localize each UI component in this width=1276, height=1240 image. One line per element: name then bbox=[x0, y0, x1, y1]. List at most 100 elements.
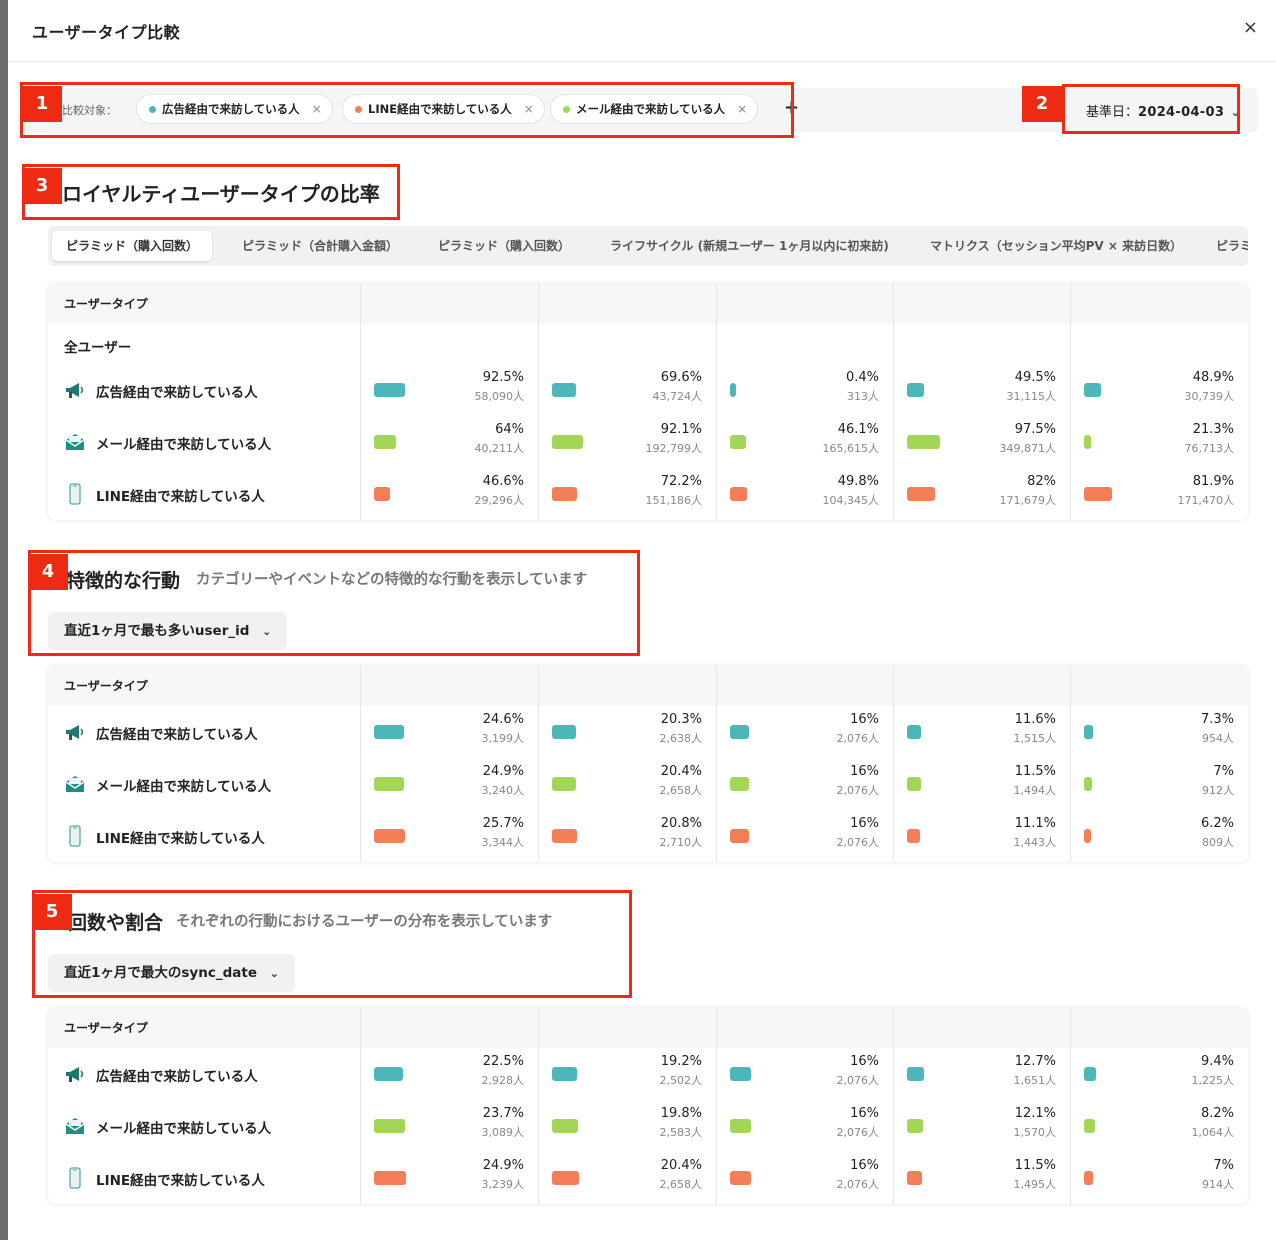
tab-pyramid-purchase-count-2[interactable]: ピラミッド（購入回数） bbox=[424, 231, 584, 261]
ratio-bar bbox=[730, 777, 749, 791]
ratio-percent: 0.4% bbox=[845, 370, 879, 385]
ratio-percent: 16% bbox=[850, 1054, 879, 1069]
user-count: 809人 bbox=[1202, 836, 1234, 849]
ratio-bar bbox=[552, 725, 576, 739]
chevron-down-icon: ⌄ bbox=[1230, 105, 1241, 119]
user-count: 1,443人 bbox=[1013, 836, 1057, 849]
user-count: 2,076人 bbox=[836, 836, 880, 849]
column-divider bbox=[538, 284, 539, 520]
smartphone-icon bbox=[64, 825, 86, 847]
user-count: 2,710人 bbox=[659, 836, 703, 849]
ratio-percent: 19.8% bbox=[660, 1106, 702, 1121]
compare-chip-ad[interactable]: 広告経由で来訪している人 × bbox=[136, 94, 333, 124]
ratio-bar bbox=[907, 1119, 923, 1133]
add-compare-button[interactable]: + bbox=[784, 98, 799, 118]
remove-chip-icon[interactable]: × bbox=[312, 102, 322, 116]
annotation-number-1: 1 bbox=[22, 86, 62, 122]
remove-chip-icon[interactable]: × bbox=[524, 102, 534, 116]
column-divider bbox=[360, 666, 361, 862]
ratio-percent: 24.6% bbox=[482, 712, 524, 727]
ratio-bar bbox=[907, 777, 921, 791]
envelope-icon bbox=[64, 431, 86, 453]
user-count: 165,615人 bbox=[822, 442, 880, 455]
ratio-percent: 22.5% bbox=[482, 1054, 524, 1069]
ratio-bar bbox=[730, 1119, 751, 1133]
ratio-percent: 46.6% bbox=[482, 474, 524, 489]
remove-chip-icon[interactable]: × bbox=[737, 102, 747, 116]
megaphone-icon bbox=[64, 1063, 86, 1085]
row-user-type-name: 広告経由で来訪している人 bbox=[96, 1069, 258, 1085]
ratio-bar bbox=[907, 829, 920, 843]
ratio-bar bbox=[1084, 1067, 1096, 1081]
chevron-down-icon: ⌄ bbox=[269, 967, 279, 980]
user-count: 914人 bbox=[1202, 1178, 1234, 1191]
ratio-bar bbox=[374, 1119, 405, 1133]
ratio-percent: 69.6% bbox=[660, 370, 702, 385]
behavior-table: ユーザータイプ 広告経由で来訪している人 24.6% 3,199人 20.3% 2,638… bbox=[48, 666, 1248, 862]
row-user-type-name: メール経由で来訪している人 bbox=[96, 1121, 272, 1137]
table-header: ユーザータイプ bbox=[48, 666, 1248, 706]
column-divider bbox=[360, 284, 361, 520]
ratio-percent: 24.9% bbox=[482, 1158, 524, 1173]
user-count: 1,495人 bbox=[1013, 1178, 1057, 1191]
user-count: 151,186人 bbox=[645, 494, 703, 507]
user-count: 349,871人 bbox=[999, 442, 1057, 455]
dropdown-label: 直近1ヶ月で最大のsync_date bbox=[64, 965, 257, 981]
pyramid-tab-bar: ピラミッド（購入回数） ピラミッド（合計購入金額） ピラミッド（購入回数） ライ… bbox=[48, 226, 1248, 266]
row-user-type-name: 広告経由で来訪している人 bbox=[96, 385, 258, 401]
behavior-metric-dropdown[interactable]: 直近1ヶ月で最も多いuser_id ⌄ bbox=[48, 612, 288, 650]
user-count: 1,064人 bbox=[1191, 1126, 1235, 1139]
table-header: ユーザータイプ bbox=[48, 1008, 1248, 1048]
user-count: 1,494人 bbox=[1013, 784, 1057, 797]
compare-chip-mail[interactable]: メール経由で来訪している人 × bbox=[550, 94, 759, 124]
user-count: 43,724人 bbox=[652, 390, 703, 403]
ratio-percent: 20.4% bbox=[660, 764, 702, 779]
ratio-bar bbox=[374, 777, 404, 791]
user-count: 192,799人 bbox=[645, 442, 703, 455]
user-count: 171,470人 bbox=[1177, 494, 1235, 507]
ratio-percent: 6.2% bbox=[1200, 816, 1234, 831]
section-subtitle-behavior: カテゴリーやイベントなどの特徴的な行動を表示しています bbox=[196, 572, 588, 588]
tab-pyramid-more[interactable]: ピラミ bbox=[1202, 231, 1248, 261]
base-date-select[interactable]: 基準日：2024-04-03 ⌄ bbox=[1086, 101, 1240, 120]
user-count: 31,115人 bbox=[1006, 390, 1057, 403]
tab-matrix[interactable]: マトリクス（セッション平均PV × 来訪日数） bbox=[916, 231, 1196, 261]
tab-lifecycle[interactable]: ライフサイクル (新規ユーザー 1ヶ月以内に初来訪) bbox=[596, 231, 903, 261]
ratio-percent: 72.2% bbox=[660, 474, 702, 489]
ratio-bar bbox=[374, 487, 390, 501]
user-count: 58,090人 bbox=[474, 390, 525, 403]
ratio-bar bbox=[907, 487, 935, 501]
user-count: 29,296人 bbox=[474, 494, 525, 507]
user-count: 1,225人 bbox=[1191, 1074, 1235, 1087]
tab-pyramid-purchase-amount[interactable]: ピラミッド（合計購入金額） bbox=[228, 231, 412, 261]
tab-pyramid-purchase-count[interactable]: ピラミッド（購入回数） bbox=[52, 231, 213, 261]
row-user-type-name: メール経由で来訪している人 bbox=[96, 437, 272, 453]
ratio-percent: 97.5% bbox=[1014, 422, 1056, 437]
ratio-percent: 23.7% bbox=[482, 1106, 524, 1121]
ratio-bar bbox=[552, 383, 576, 397]
group-label-all-users: 全ユーザー bbox=[64, 340, 132, 356]
distribution-metric-dropdown[interactable]: 直近1ヶ月で最大のsync_date ⌄ bbox=[48, 954, 295, 992]
ratio-bar bbox=[374, 383, 405, 397]
compare-target-bar: 比較対象： 広告経由で来訪している人 × LINE経由で来訪している人 × メー… bbox=[20, 88, 1258, 132]
ratio-percent: 25.7% bbox=[482, 816, 524, 831]
close-icon[interactable]: × bbox=[1243, 18, 1258, 38]
ratio-bar bbox=[730, 1171, 751, 1185]
user-count: 2,928人 bbox=[481, 1074, 525, 1087]
ratio-percent: 11.6% bbox=[1014, 712, 1056, 727]
ratio-bar bbox=[907, 383, 924, 397]
megaphone-icon bbox=[64, 379, 86, 401]
ratio-percent: 16% bbox=[850, 764, 879, 779]
user-count: 171,679人 bbox=[999, 494, 1057, 507]
user-count: 2,076人 bbox=[836, 1178, 880, 1191]
ratio-percent: 19.2% bbox=[660, 1054, 702, 1069]
ratio-bar bbox=[552, 487, 577, 501]
ratio-percent: 46.1% bbox=[837, 422, 879, 437]
ratio-percent: 7% bbox=[1213, 1158, 1234, 1173]
column-divider bbox=[538, 666, 539, 862]
compare-chip-line[interactable]: LINE経由で来訪している人 × bbox=[342, 94, 545, 124]
ratio-percent: 21.3% bbox=[1192, 422, 1234, 437]
user-count: 2,076人 bbox=[836, 1074, 880, 1087]
column-divider bbox=[360, 1008, 361, 1204]
ratio-bar bbox=[1084, 487, 1112, 501]
